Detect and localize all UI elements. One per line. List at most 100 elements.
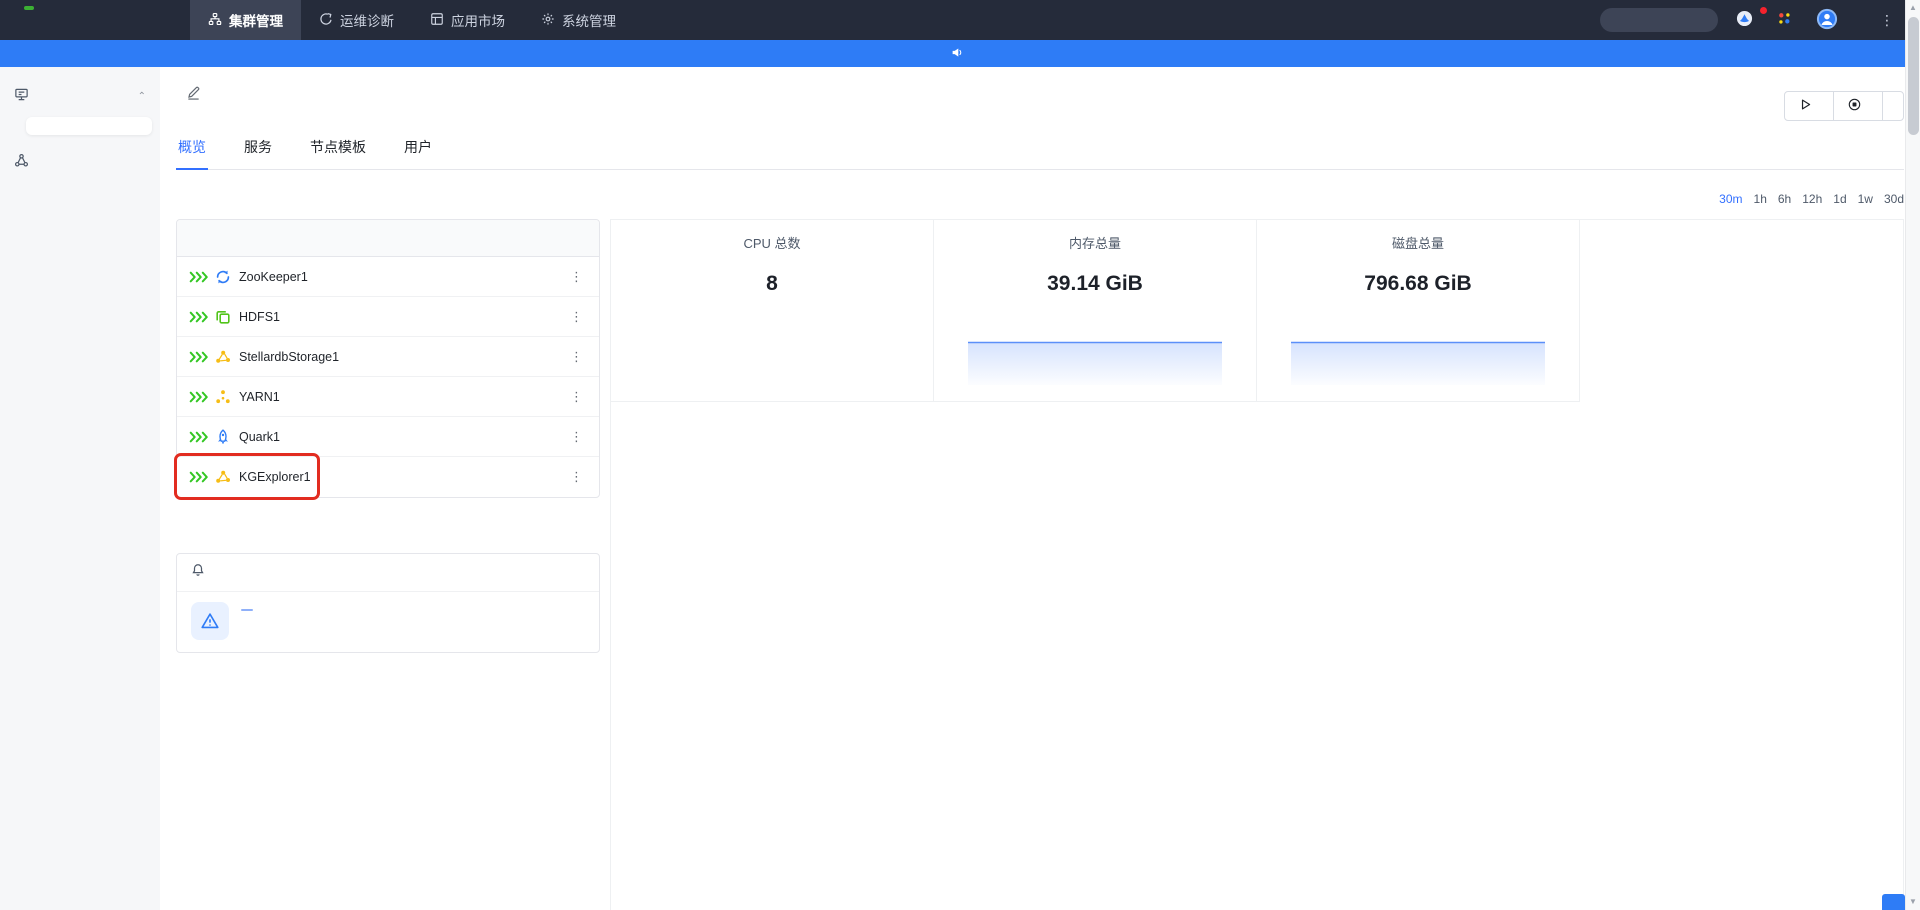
sparkline-chart	[1291, 341, 1545, 385]
triple-chevron-icon	[189, 270, 208, 283]
stat-value: 8	[766, 272, 778, 295]
main-nav: 集群管理 运维诊断 应用市场 系统管理	[190, 0, 634, 40]
sidebar: ⌃	[0, 67, 160, 910]
vertical-scrollbar[interactable]: ▲ ▼	[1905, 0, 1920, 910]
speaker-icon	[951, 46, 970, 62]
stat-card-1: 内存总量 39.14 GiB	[934, 220, 1257, 402]
avatar	[1816, 8, 1838, 33]
service-name: StellardbStorage1	[239, 349, 340, 364]
row-menu-icon[interactable]: ⋮	[566, 309, 587, 325]
row-menu-icon[interactable]: ⋮	[566, 349, 587, 365]
sidebar-group-clusters[interactable]: ⌃	[0, 77, 160, 115]
notification-dot	[1760, 7, 1767, 14]
alert-level-badge	[241, 609, 253, 611]
service-row-quark1[interactable]: Quark1 ⋮	[177, 417, 599, 457]
stat-title: 磁盘总量	[1391, 236, 1444, 251]
service-row-kgexplorer1[interactable]: KGExplorer1 ⋮	[174, 453, 599, 500]
service-name: Quark1	[239, 429, 280, 444]
search-input[interactable]	[1600, 8, 1718, 32]
start-all-services-button[interactable]	[1784, 91, 1834, 121]
graph-icon	[215, 469, 231, 485]
bell-icon	[191, 564, 205, 581]
triple-chevron-icon	[189, 471, 208, 484]
more-actions-button[interactable]	[1882, 91, 1904, 121]
tab-2[interactable]: 节点模板	[308, 135, 368, 169]
sidebar-item-cluster[interactable]	[26, 117, 152, 135]
stat-title: 内存总量	[1068, 236, 1121, 251]
more-menu-icon[interactable]: ⋮	[1880, 12, 1894, 29]
service-row-hdfs1[interactable]: HDFS1 ⋮	[177, 297, 599, 337]
row-menu-icon[interactable]: ⋮	[566, 469, 587, 485]
user-menu[interactable]	[1816, 8, 1844, 33]
service-group-header	[177, 220, 599, 257]
services-card: ZooKeeper1 ⋮ HDFS1 ⋮ StellardbStorage1 ⋮ YARN1…	[174, 219, 600, 500]
alerts-card-header	[177, 554, 599, 592]
range-1d[interactable]: 1d	[1833, 192, 1846, 206]
time-range-selector: 30m 1h 6h 12h 1d 1w 30d	[1719, 192, 1904, 206]
sync-icon	[215, 269, 231, 285]
dots-icon	[215, 389, 231, 405]
stop-all-services-button[interactable]	[1833, 91, 1883, 121]
market-icon	[430, 12, 444, 29]
triple-chevron-icon	[189, 350, 208, 363]
stat-title: CPU 总数	[743, 236, 801, 251]
global-services-icon	[1777, 11, 1792, 29]
range-1h[interactable]: 1h	[1754, 192, 1767, 206]
diagnose-icon	[319, 12, 333, 29]
sidebar-item-global-services[interactable]	[0, 143, 160, 181]
gear-icon	[541, 12, 555, 29]
corner-widget-button[interactable]	[1882, 894, 1905, 910]
brand-logo	[0, 0, 190, 40]
cluster-tabs: 概览 服务 节点模板 用户	[176, 135, 1904, 170]
chevron-up-icon: ⌃	[137, 90, 146, 102]
tab-0[interactable]: 概览	[176, 135, 208, 170]
cluster-group-icon	[14, 87, 29, 105]
stat-card-2: 磁盘总量 796.68 GiB	[1257, 220, 1580, 402]
play-icon	[1799, 98, 1812, 114]
stop-icon	[1848, 98, 1861, 114]
service-name: ZooKeeper1	[239, 269, 308, 284]
service-row-zookeeper1[interactable]: ZooKeeper1 ⋮	[177, 257, 599, 297]
nodes-icon	[14, 153, 29, 171]
range-30m[interactable]: 30m	[1719, 192, 1742, 206]
scroll-down-icon[interactable]: ▼	[1906, 894, 1920, 910]
service-name: YARN1	[239, 389, 280, 404]
stat-value: 39.14 GiB	[1047, 272, 1143, 295]
rocket-icon	[215, 428, 231, 445]
graph-icon	[215, 349, 231, 365]
range-30d[interactable]: 30d	[1884, 192, 1904, 206]
edit-icon[interactable]	[186, 85, 201, 105]
row-menu-icon[interactable]: ⋮	[566, 429, 587, 445]
nav-item-2[interactable]: 应用市场	[412, 0, 523, 40]
row-menu-icon[interactable]: ⋮	[566, 389, 587, 405]
range-1w[interactable]: 1w	[1858, 192, 1873, 206]
service-row-stellardbstorage1[interactable]: StellardbStorage1 ⋮	[177, 337, 599, 377]
range-6h[interactable]: 6h	[1778, 192, 1791, 206]
triple-chevron-icon	[189, 310, 208, 323]
announcement-banner	[0, 40, 1920, 67]
scrollbar-thumb[interactable]	[1908, 17, 1919, 135]
range-12h[interactable]: 12h	[1802, 192, 1822, 206]
alert-item[interactable]	[177, 592, 599, 652]
scroll-up-icon[interactable]: ▲	[1906, 0, 1920, 16]
tab-1[interactable]: 服务	[242, 135, 274, 169]
cluster-icon	[208, 12, 222, 29]
row-menu-icon[interactable]: ⋮	[566, 269, 587, 285]
top-navbar: 集群管理 运维诊断 应用市场 系统管理 ⋮	[0, 0, 1920, 40]
edition-badge	[24, 6, 34, 10]
copy-icon	[215, 309, 231, 325]
service-row-yarn1[interactable]: YARN1 ⋮	[177, 377, 599, 417]
charts-grid: CPU 总数 8 内存总量 39.14 GiB 磁盘总量 796.68 GiB	[610, 219, 1904, 910]
stat-card-0: CPU 总数 8	[611, 220, 934, 402]
warning-triangle-icon	[191, 602, 229, 640]
stat-value: 796.68 GiB	[1364, 272, 1472, 295]
nav-item-0[interactable]: 集群管理	[190, 0, 301, 40]
tab-3[interactable]: 用户	[402, 135, 434, 169]
aquila-icon	[1736, 10, 1753, 30]
nav-item-3[interactable]: 系统管理	[523, 0, 634, 40]
nav-item-1[interactable]: 运维诊断	[301, 0, 412, 40]
aquila-menu[interactable]	[1736, 7, 1767, 30]
cluster-actions	[1784, 91, 1904, 121]
global-services-menu[interactable]	[1777, 11, 1798, 29]
sparkline-chart	[968, 341, 1222, 385]
